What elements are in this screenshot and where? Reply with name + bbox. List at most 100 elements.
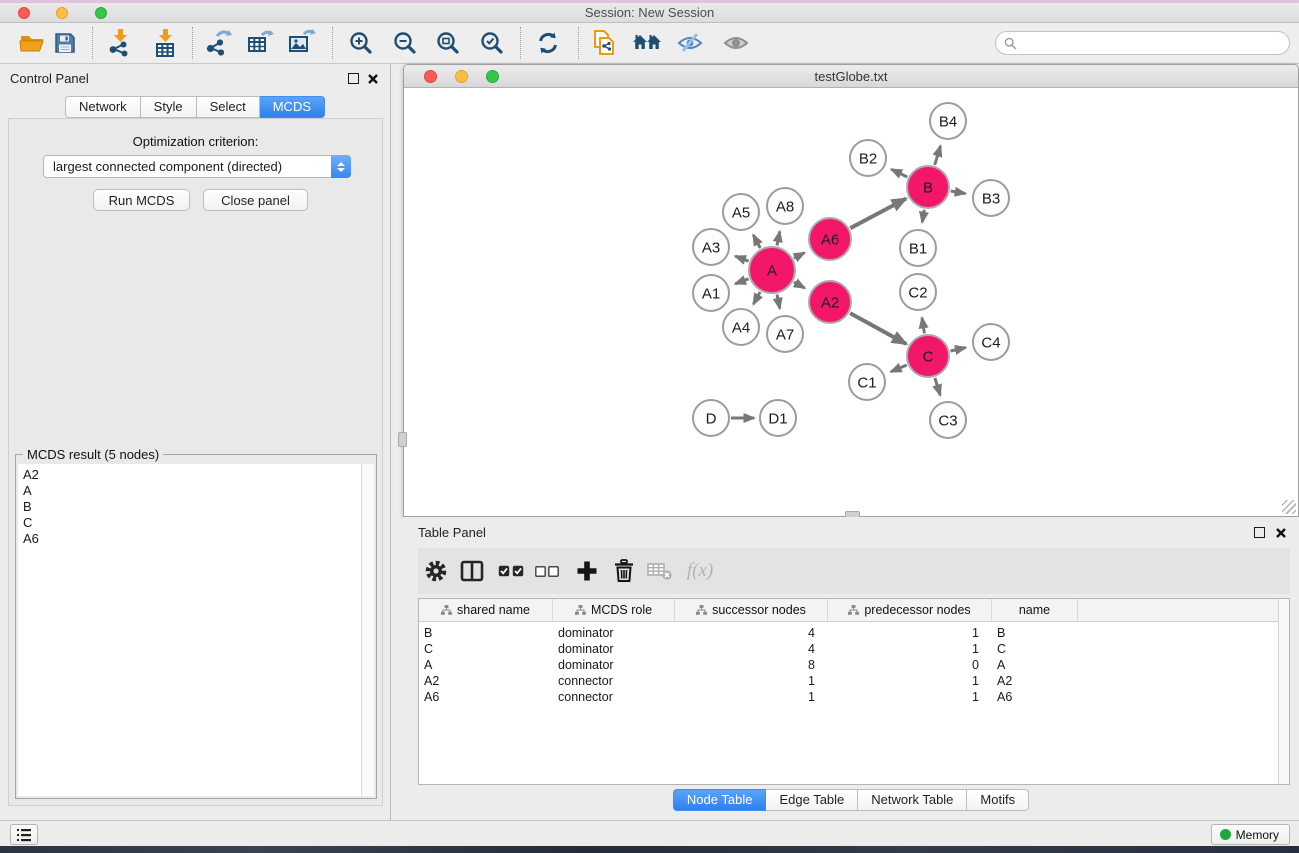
edge-C-C4[interactable] [951,348,966,351]
zoom-out-button[interactable] [388,26,422,60]
tab-style[interactable]: Style [141,96,197,118]
tab-node-table[interactable]: Node Table [673,789,767,811]
node-C4[interactable]: C4 [973,324,1009,360]
edge-A-A1[interactable] [735,279,748,284]
node-A1[interactable]: A1 [693,275,729,311]
column-header-successor-nodes[interactable]: successor nodes [675,599,828,621]
column-header-shared-name[interactable]: shared name [419,599,553,621]
column-header-name[interactable]: name [992,599,1078,621]
float-table-panel-icon[interactable] [1254,527,1265,538]
edge-C-C2[interactable] [922,318,924,334]
show-panel-button[interactable] [719,26,753,60]
task-history-button[interactable] [10,824,38,845]
run-mcds-button[interactable]: Run MCDS [93,189,190,211]
edge-A2-C[interactable] [850,313,906,344]
result-list-scrollbar[interactable] [361,464,374,796]
table-row[interactable]: A6connector11A6 [419,689,1289,705]
table-options-button[interactable] [421,556,451,586]
column-header-mcds-role[interactable]: MCDS role [553,599,675,621]
table-row[interactable]: Bdominator41B [419,625,1289,641]
open-session-button[interactable] [16,26,50,60]
node-A5[interactable]: A5 [723,194,759,230]
node-C3[interactable]: C3 [930,402,966,438]
table-row[interactable]: Adominator80A [419,657,1289,673]
cell-mcds-role: connector [553,690,675,704]
zoom-in-button[interactable] [344,26,378,60]
node-C1[interactable]: C1 [849,364,885,400]
node-D1[interactable]: D1 [760,400,796,436]
search-box[interactable] [995,31,1290,55]
tab-network[interactable]: Network [65,96,141,118]
export-network-button[interactable] [201,26,235,60]
table-row[interactable]: A2connector11A2 [419,673,1289,689]
node-A[interactable]: A [749,247,795,293]
tab-mcds[interactable]: MCDS [260,96,325,118]
tab-edge-table[interactable]: Edge Table [766,789,858,811]
edge-B-B2[interactable] [891,169,907,177]
edge-C-C1[interactable] [891,365,907,372]
node-B2[interactable]: B2 [850,140,886,176]
node-A8[interactable]: A8 [767,188,803,224]
export-image-button[interactable] [285,26,319,60]
edge-B-B3[interactable] [951,191,966,194]
edge-B-B4[interactable] [935,146,941,165]
refresh-layout-button[interactable] [531,26,565,60]
table-row[interactable]: Cdominator41C [419,641,1289,657]
edge-A-A8[interactable] [777,232,780,246]
node-label: C2 [908,285,927,302]
node-A3[interactable]: A3 [693,229,729,265]
show-columns-button[interactable] [457,556,487,586]
edge-C-C3[interactable] [935,378,940,395]
node-A6[interactable]: A6 [809,218,851,260]
edge-A-A3[interactable] [735,256,748,261]
delete-table-icon [647,560,673,582]
search-input[interactable] [1023,36,1281,51]
edge-A-A6[interactable] [794,253,804,259]
select-all-button[interactable] [496,556,526,586]
edge-A-A5[interactable] [753,235,760,248]
table-scrollbar[interactable] [1278,599,1289,784]
home-views-button[interactable] [630,26,664,60]
zoom-selected-button[interactable] [475,26,509,60]
node-B3[interactable]: B3 [973,180,1009,216]
edge-A-A7[interactable] [777,295,780,309]
memory-button[interactable]: Memory [1211,824,1290,845]
hide-panel-button[interactable] [673,26,707,60]
network-canvas[interactable]: B4 B2 B B3 A8A5 A6 A3 B1 A A1 C2 A2 A4A7 C4 C C1 D C3 D1 [405,89,1298,516]
save-session-button[interactable] [48,26,82,60]
node-C2[interactable]: C2 [900,274,936,310]
clone-network-button[interactable] [588,26,622,60]
node-B4[interactable]: B4 [930,103,966,139]
node-B1[interactable]: B1 [900,230,936,266]
optimization-criterion-dropdown[interactable]: largest connected component (directed) [43,155,351,178]
float-panel-icon[interactable] [348,73,359,84]
edge-A6-B[interactable] [850,199,906,229]
node-A4[interactable]: A4 [723,309,759,345]
close-table-panel-icon[interactable] [1275,527,1287,539]
close-panel-icon[interactable] [367,73,379,85]
node-A7[interactable]: A7 [767,316,803,352]
column-header-predecessor-nodes[interactable]: predecessor nodes [828,599,992,621]
close-panel-button[interactable]: Close panel [203,189,308,211]
deselect-all-button[interactable] [532,556,562,586]
tab-select[interactable]: Select [197,96,260,118]
node-C[interactable]: C [907,335,949,377]
node-D[interactable]: D [693,400,729,436]
tab-network-table[interactable]: Network Table [858,789,967,811]
import-network-button[interactable] [103,26,137,60]
node-A2[interactable]: A2 [809,281,851,323]
window-resize-grip[interactable] [1282,500,1296,514]
delete-column-button[interactable] [609,556,639,586]
export-table-button[interactable] [243,26,277,60]
control-panel: Control Panel NetworkStyleSelectMCDS Opt… [0,64,391,820]
edge-B-B1[interactable] [922,210,924,223]
edge-A-A4[interactable] [753,292,760,304]
mcds-result-list[interactable]: A2ABCA6 [18,464,361,796]
tab-motifs[interactable]: Motifs [967,789,1029,811]
import-table-button[interactable] [148,26,182,60]
left-splitter-handle[interactable] [398,432,407,447]
zoom-fit-button[interactable] [431,26,465,60]
add-column-button[interactable] [572,556,602,586]
node-B[interactable]: B [907,166,949,208]
edge-A-A2[interactable] [794,282,805,288]
